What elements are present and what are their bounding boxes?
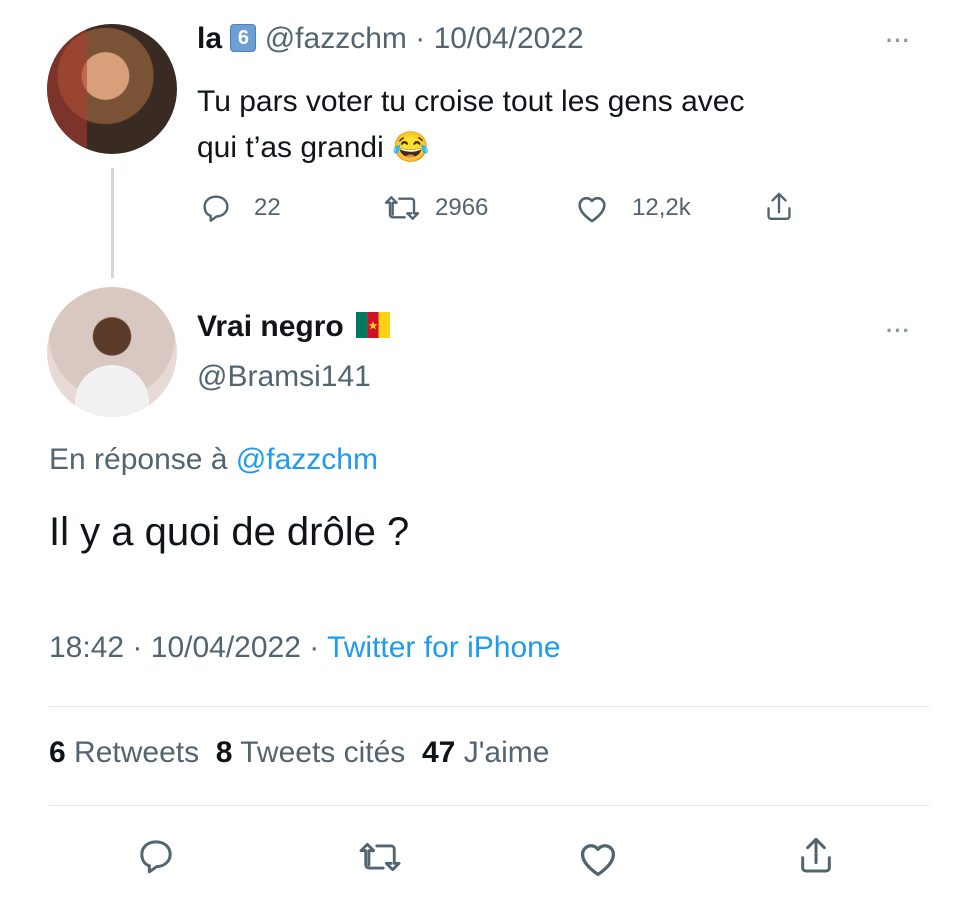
- share-icon: [801, 837, 831, 873]
- parent-more-icon[interactable]: ···: [886, 28, 911, 54]
- parent-text-line-2: qui t’as grandi: [197, 131, 384, 164]
- reply-stats: 6 Retweets 8 Tweets cités 47 J'aime: [49, 736, 549, 770]
- reply-source[interactable]: Twitter for iPhone: [327, 631, 560, 664]
- parent-reply-count: 22: [254, 194, 281, 221]
- reply-icon: [203, 195, 229, 222]
- retweet-icon: [359, 842, 401, 872]
- share-icon: [767, 192, 791, 220]
- quotes-count: 8: [215, 736, 233, 769]
- parent-avatar[interactable]: [47, 24, 177, 154]
- retweets-stat[interactable]: 6 Retweets: [49, 736, 199, 769]
- thread-line: [111, 168, 114, 278]
- reply-reply-button[interactable]: [136, 836, 176, 876]
- divider-top: [49, 706, 929, 707]
- reply-meta-sep-2: ·: [309, 631, 320, 664]
- parent-share-button[interactable]: [763, 190, 795, 224]
- parent-text-line-1: Tu pars voter tu croise tout les gens av…: [197, 85, 745, 118]
- quotes-label: Tweets cités: [240, 736, 406, 769]
- reply-handle[interactable]: @Bramsi141: [197, 360, 371, 394]
- reply-meta-sep-1: ·: [132, 631, 143, 664]
- reply-like-button[interactable]: [576, 838, 620, 878]
- quotes-stat[interactable]: 8 Tweets cités: [216, 736, 406, 769]
- likes-label: J'aime: [463, 736, 550, 769]
- reply-display-name[interactable]: Vrai negro: [197, 310, 344, 343]
- heart-icon: [578, 196, 606, 223]
- reply-icon: [140, 840, 172, 874]
- reply-time[interactable]: 18:42: [49, 631, 124, 664]
- parent-tweet-text: Tu pars voter tu croise tout les gens av…: [197, 79, 917, 171]
- parent-like-button[interactable]: 12,2k: [574, 192, 691, 224]
- retweets-count: 6: [49, 736, 66, 769]
- likes-count: 47: [421, 736, 456, 769]
- retweets-label: Retweets: [74, 736, 200, 769]
- replying-to-handle[interactable]: @fazzchm: [236, 443, 378, 476]
- reply-avatar[interactable]: [47, 287, 177, 417]
- reply-meta: 18:42 · 10/04/2022 · Twitter for iPhone: [49, 631, 561, 665]
- parent-date-separator: ·: [415, 22, 426, 55]
- parent-like-count: 12,2k: [632, 194, 691, 221]
- replying-to: En réponse à @fazzchm: [49, 443, 378, 477]
- parent-retweet-count: 2966: [435, 194, 489, 221]
- parent-retweet-button[interactable]: 2966: [383, 192, 488, 224]
- divider-bottom: [49, 805, 929, 806]
- parent-handle[interactable]: @fazzchm: [265, 22, 407, 55]
- replying-to-label: En réponse à: [49, 443, 228, 476]
- reply-display-name-row: Vrai negro: [197, 310, 391, 344]
- tears-of-joy-emoji: 😂: [392, 131, 430, 164]
- reply-share-button[interactable]: [796, 834, 836, 878]
- likes-stat[interactable]: 47 J'aime: [422, 736, 549, 769]
- parent-header: la 6 @fazzchm · 10/04/2022: [197, 22, 584, 56]
- retweet-icon: [384, 196, 420, 220]
- reply-more-icon[interactable]: ···: [886, 318, 911, 344]
- cameroon-flag-icon: [356, 312, 391, 338]
- reply-date[interactable]: 10/04/2022: [151, 631, 301, 664]
- number-badge: 6: [230, 24, 257, 52]
- parent-date[interactable]: 10/04/2022: [434, 22, 584, 55]
- reply-tweet-text: Il y a quoi de drôle ?: [49, 510, 410, 554]
- parent-display-name[interactable]: la: [197, 22, 222, 55]
- heart-icon: [580, 844, 616, 876]
- parent-reply-button[interactable]: 22: [200, 192, 281, 224]
- reply-retweet-button[interactable]: [356, 838, 404, 876]
